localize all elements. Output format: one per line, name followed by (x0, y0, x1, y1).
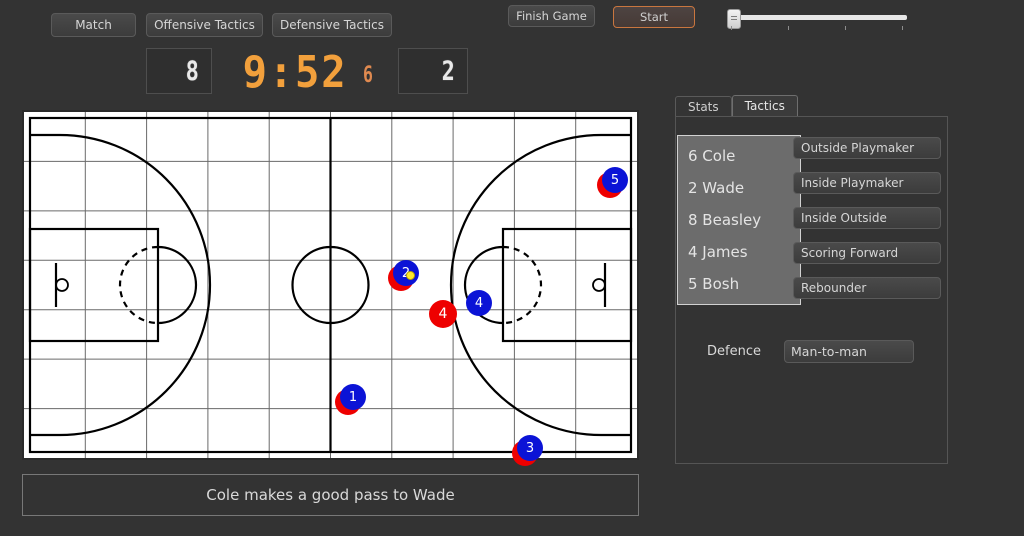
speed-slider[interactable] (727, 8, 907, 36)
player-list[interactable]: 6 Cole 2 Wade 8 Beasley 4 James 5 Bosh (677, 135, 801, 305)
home-player-disc[interactable]: 5 (602, 167, 628, 193)
tab-stats[interactable]: Stats (675, 96, 732, 116)
slider-track[interactable] (727, 15, 907, 20)
away-score-box: 2 (398, 48, 468, 94)
match-button[interactable]: Match (51, 13, 136, 37)
slider-tick (902, 26, 903, 30)
slider-tick (731, 26, 732, 30)
defence-select[interactable]: Man-to-man (784, 339, 914, 363)
ball-icon (406, 271, 415, 280)
commentary-bar: Cole makes a good pass to Wade (22, 474, 639, 516)
shot-clock: 6 (363, 62, 373, 88)
role-select-inside-outside[interactable]: Inside Outside (793, 207, 941, 229)
home-score: 8 (185, 55, 200, 87)
home-score-box: 8 (146, 48, 212, 94)
role-select-outside-playmaker[interactable]: Outside Playmaker (793, 137, 941, 159)
finish-game-button[interactable]: Finish Game (508, 5, 595, 27)
offensive-tactics-button[interactable]: Offensive Tactics (146, 13, 263, 37)
home-player-disc[interactable]: 3 (517, 435, 543, 461)
player-list-item[interactable]: 6 Cole (678, 147, 800, 165)
slider-tick (845, 26, 846, 30)
player-list-item[interactable]: 5 Bosh (678, 275, 800, 293)
role-select-rebounder[interactable]: Rebounder (793, 277, 941, 299)
role-select-scoring-forward[interactable]: Scoring Forward (793, 242, 941, 264)
player-list-item[interactable]: 4 James (678, 243, 800, 261)
defence-row: Defence Man-to-man (684, 338, 938, 364)
game-clock: 9:52 (242, 46, 348, 98)
court-markings (28, 116, 633, 454)
start-button[interactable]: Start (613, 6, 695, 28)
slider-tick (788, 26, 789, 30)
away-player-disc[interactable]: 4 (429, 300, 457, 328)
panel-tabs: Stats Tactics (675, 95, 798, 116)
away-score: 2 (441, 55, 456, 87)
player-list-item[interactable]: 2 Wade (678, 179, 800, 197)
role-select-inside-playmaker[interactable]: Inside Playmaker (793, 172, 941, 194)
tab-tactics[interactable]: Tactics (731, 95, 798, 116)
court-graphics (24, 112, 637, 458)
home-player-disc[interactable]: 1 (340, 384, 366, 410)
defensive-tactics-button[interactable]: Defensive Tactics (272, 13, 392, 37)
basketball-court[interactable]: 524413 (22, 110, 639, 466)
home-player-disc[interactable]: 4 (466, 290, 492, 316)
slider-handle[interactable] (727, 9, 741, 29)
player-list-item[interactable]: 8 Beasley (678, 211, 800, 229)
scoreboard: 8 9:52 6 2 (0, 46, 660, 98)
defence-label: Defence (707, 343, 761, 359)
role-select-column: Outside Playmaker Inside Playmaker Insid… (793, 137, 941, 312)
